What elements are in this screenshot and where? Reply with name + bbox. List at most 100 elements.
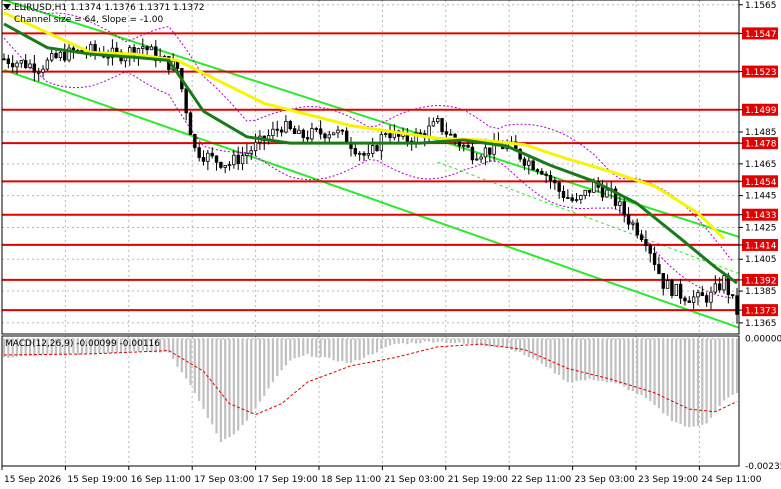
price-chart[interactable]: 1.1547 1.1523 1.1499 1.1478 1.1454 1.1433 1.14… (0, 0, 781, 489)
candle-body (696, 292, 700, 298)
y-tick-label: 1.1445 (745, 192, 777, 202)
candle-body (236, 154, 240, 165)
candle-body (674, 283, 678, 296)
candle-body (444, 131, 449, 135)
x-tick-label: 16 Sep 11:00 (131, 475, 191, 485)
envelope-upper (3, 8, 734, 262)
candle-body (700, 292, 705, 296)
candle-body (644, 239, 648, 247)
candle-body (331, 132, 336, 136)
y-tick-label: 1.1365 (745, 319, 777, 329)
channel-info-label: Channel size = 64, Slope = -1.00 (14, 15, 164, 25)
candle-body (310, 128, 314, 140)
level-label: 1.1547 (745, 30, 777, 40)
candle-body (730, 294, 735, 297)
candle-body (357, 152, 362, 155)
channel-upper-line (3, 0, 740, 238)
candle-body (483, 147, 488, 158)
dropdown-triangle-icon[interactable] (3, 4, 11, 10)
candle-body (561, 190, 566, 198)
candle-body (652, 252, 657, 265)
level-label: 1.1478 (745, 140, 777, 150)
candle-body (362, 152, 366, 156)
level-label: 1.1454 (745, 178, 777, 188)
candle-body (717, 283, 722, 291)
x-tick-label: 15 Sep 19:00 (67, 475, 127, 485)
moving-averages (3, 11, 738, 285)
candle-body (605, 189, 609, 198)
candle-body (210, 152, 214, 157)
candle-body (687, 300, 691, 303)
candle-body (735, 295, 739, 315)
candle-body (314, 128, 318, 130)
candle-body (522, 158, 527, 166)
candle-body (691, 296, 696, 303)
x-tick-label: 23 Sep 19:00 (638, 475, 698, 485)
y-tick-label: 1.1425 (745, 223, 777, 233)
candle-body (232, 154, 236, 166)
candle-body (544, 173, 548, 176)
candle-body (188, 112, 193, 135)
candle-body (275, 128, 279, 131)
candle-body (32, 63, 37, 73)
candle-body (527, 160, 531, 166)
candle-body (388, 133, 392, 139)
candle-body (184, 88, 188, 114)
candle-body (288, 121, 292, 130)
candle-body (297, 129, 301, 135)
candle-body (353, 148, 358, 155)
candle-body (570, 197, 574, 201)
candle-body (50, 53, 54, 61)
candle-body (223, 165, 227, 168)
candle-body (323, 133, 327, 139)
level-label: 1.1433 (745, 211, 777, 221)
candle-body (23, 60, 28, 69)
candle-body (440, 118, 444, 133)
candle-body (579, 195, 583, 200)
candle-body (531, 160, 535, 171)
candle-body (193, 134, 197, 149)
macd-info-label: MACD(12,26,9) -0.00099 -0.00116 (5, 339, 161, 349)
candle-body (462, 144, 466, 147)
candle-body (553, 179, 557, 184)
macd-signal-line (3, 343, 738, 416)
y-tick-label: 1.1485 (745, 128, 777, 138)
candle-body (557, 182, 561, 192)
candle-body (10, 63, 15, 68)
candle-body (240, 155, 245, 165)
candle-body (28, 63, 32, 69)
candle-body (93, 43, 97, 53)
candle-body (318, 128, 323, 135)
candle-body (583, 189, 587, 196)
candle-body (253, 141, 258, 152)
candle-body (535, 169, 540, 172)
candle-body (540, 170, 544, 175)
candle-body (197, 147, 201, 158)
level-label: 1.1523 (745, 68, 777, 78)
candle-body (488, 147, 492, 155)
candle-body (301, 129, 305, 138)
candle-body (58, 51, 63, 59)
candle-body (36, 71, 41, 74)
candle-body (63, 51, 67, 61)
y-tick-label: 1.1405 (745, 255, 777, 265)
candle-body (587, 189, 592, 193)
candle-body (670, 280, 674, 296)
candle-body (145, 46, 149, 51)
candle-body (284, 121, 288, 133)
candle-body (370, 145, 375, 154)
candle-body (106, 56, 110, 59)
x-tick-label: 15 Sep 2026 (4, 475, 61, 485)
candle-body (566, 197, 570, 199)
level-label: 1.1414 (745, 241, 777, 251)
chart-grid (2, 0, 739, 466)
candle-body (600, 186, 605, 198)
candle-body (622, 201, 626, 216)
candle-body (305, 137, 310, 140)
candle-body (366, 153, 371, 156)
candle-body (449, 133, 453, 136)
candle-body (349, 143, 353, 149)
candle-body (639, 234, 644, 241)
candle-body (15, 62, 19, 68)
x-tick-label: 17 Sep 03:00 (194, 475, 254, 485)
